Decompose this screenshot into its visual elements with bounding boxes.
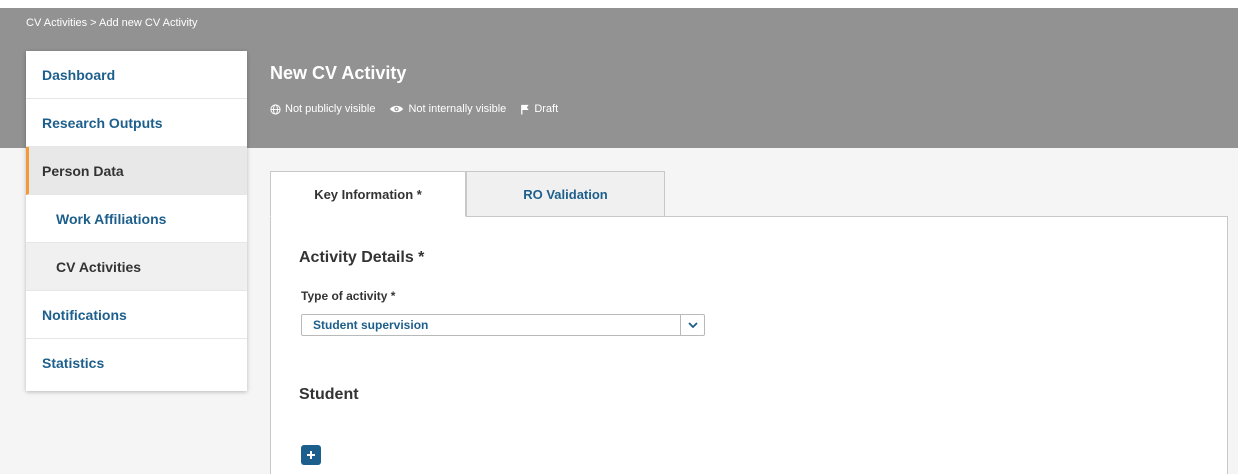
flag-icon	[521, 104, 529, 115]
type-of-activity-select[interactable]: Student supervision	[301, 314, 705, 336]
tab-key-information[interactable]: Key Information *	[270, 171, 466, 217]
student-heading: Student	[299, 386, 359, 403]
sidebar-nav: Dashboard Research Outputs Person Data W…	[26, 51, 247, 391]
public-visibility: Not publicly visible	[270, 103, 375, 115]
eye-icon	[390, 105, 404, 113]
draft-status-label: Draft	[534, 103, 559, 115]
internal-visibility-label: Not internally visible	[408, 103, 507, 115]
tab-bar: Key Information * RO Validation	[270, 171, 665, 217]
type-of-activity-value: Student supervision	[313, 318, 429, 332]
add-student-button[interactable]	[301, 445, 321, 465]
visibility-status: Not publicly visible Not internally visi…	[270, 103, 572, 115]
sidebar-item-research-outputs[interactable]: Research Outputs	[26, 99, 247, 147]
globe-icon	[270, 103, 281, 115]
chevron-down-icon	[687, 322, 698, 328]
select-arrow[interactable]	[680, 315, 704, 335]
sidebar-item-notifications[interactable]: Notifications	[26, 291, 247, 339]
sidebar-item-dashboard[interactable]: Dashboard	[26, 51, 247, 99]
internal-visibility: Not internally visible	[389, 103, 506, 115]
draft-status: Draft	[520, 103, 558, 115]
sidebar-item-cv-activities[interactable]: CV Activities	[26, 243, 247, 291]
tab-ro-validation[interactable]: RO Validation	[466, 171, 665, 217]
sidebar-item-work-affiliations[interactable]: Work Affiliations	[26, 195, 247, 243]
sidebar-item-statistics[interactable]: Statistics	[26, 339, 247, 387]
activity-details-heading: Activity Details *	[299, 249, 425, 266]
plus-icon	[307, 451, 315, 459]
breadcrumb[interactable]: CV Activities > Add new CV Activity	[26, 17, 198, 29]
public-visibility-label: Not publicly visible	[285, 103, 376, 115]
sidebar-item-person-data[interactable]: Person Data	[26, 147, 247, 195]
type-of-activity-label: Type of activity *	[301, 289, 396, 303]
page-title: New CV Activity	[270, 63, 407, 83]
